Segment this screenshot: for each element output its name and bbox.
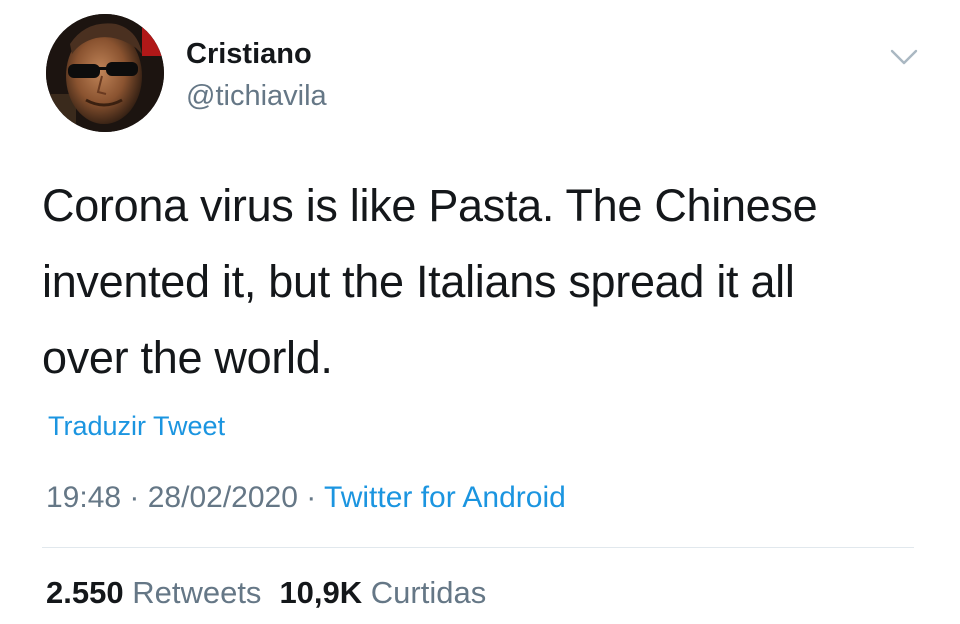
tweet-time[interactable]: 19:48 — [46, 481, 121, 514]
tweet-source-link[interactable]: Twitter for Android — [324, 481, 566, 514]
likes-stat[interactable]: 10,9K Curtidas — [279, 575, 486, 611]
avatar[interactable] — [46, 14, 164, 132]
retweets-count: 2.550 — [46, 575, 124, 610]
retweets-label: Retweets — [132, 575, 262, 610]
user-handle[interactable]: @tichiavila — [186, 80, 327, 112]
meta-separator: · — [297, 481, 325, 514]
tweet-text: Corona virus is like Pasta. The Chinese … — [42, 168, 922, 396]
tweet-text-line: Corona virus is like Pasta. The Chinese — [42, 180, 818, 231]
tweet-card: Cristiano @tichiavila Corona virus is li… — [0, 0, 960, 624]
avatar-photo-icon — [46, 14, 164, 132]
divider — [42, 547, 914, 548]
translate-tweet-link[interactable]: Traduzir Tweet — [48, 410, 225, 442]
tweet-date[interactable]: 28/02/2020 — [148, 481, 298, 514]
tweet-metadata: 19:48 · 28/02/2020 · Twitter for Android — [46, 480, 566, 516]
display-name[interactable]: Cristiano — [186, 38, 312, 70]
tweet-text-line: invented it, but the Italians spread it … — [42, 256, 795, 307]
meta-separator: · — [121, 481, 148, 514]
tweet-text-line: over the world. — [42, 332, 333, 383]
chevron-down-icon[interactable] — [886, 44, 922, 70]
likes-label: Curtidas — [370, 575, 487, 610]
retweets-stat[interactable]: 2.550 Retweets — [46, 575, 261, 611]
tweet-stats: 2.550 Retweets 10,9K Curtidas — [46, 575, 486, 611]
likes-count: 10,9K — [279, 575, 363, 610]
